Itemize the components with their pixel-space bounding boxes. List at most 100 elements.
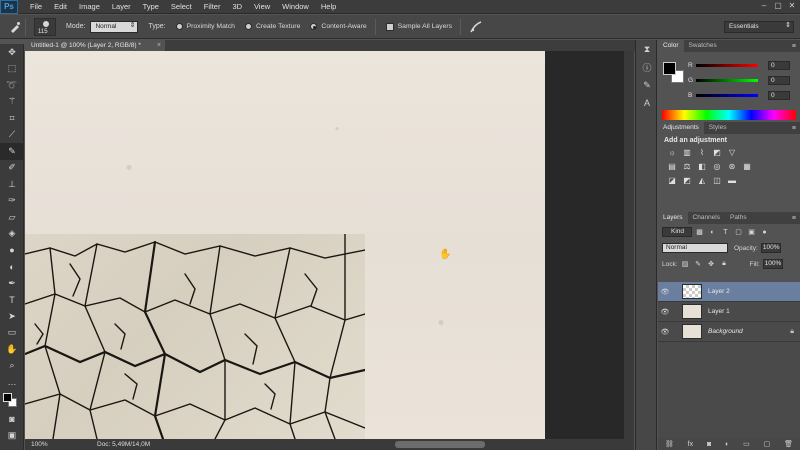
tab-paths[interactable]: Paths (725, 212, 752, 224)
document-tab[interactable]: Untitled-1 @ 100% (Layer 2, RGB/8) * × (25, 40, 165, 51)
quick-mask-button[interactable]: ◙ (0, 411, 24, 428)
history-panel-button[interactable]: ⧗ (636, 40, 658, 58)
pen-tool[interactable]: ✒ (0, 275, 24, 292)
selective-color-icon[interactable]: ◫ (711, 175, 723, 186)
eraser-tool[interactable]: ▱ (0, 209, 24, 226)
kind-filter-select[interactable]: Kind (662, 227, 692, 237)
shape-filter-icon[interactable]: ▢ (733, 228, 744, 236)
crop-tool[interactable]: ⌗ (0, 110, 24, 127)
mode-select[interactable]: Normal (90, 20, 139, 33)
dodge-tool[interactable]: ◐ (0, 259, 24, 276)
tab-layers[interactable]: Layers (658, 212, 688, 224)
close-tab-icon[interactable]: × (157, 40, 161, 51)
vibrance-icon[interactable]: ▽ (726, 147, 738, 158)
panel-menu-icon[interactable]: ≡ (792, 125, 800, 132)
fx-icon[interactable]: fx (688, 441, 693, 448)
type-tool[interactable]: T (0, 292, 24, 309)
panel-menu-icon[interactable]: ≡ (792, 215, 800, 222)
folder-icon[interactable]: ▭ (743, 440, 750, 448)
pressure-button[interactable] (465, 18, 487, 36)
zoom-level[interactable]: 100% (31, 441, 61, 448)
extra-tools[interactable]: … (0, 374, 24, 391)
menu-type[interactable]: Type (137, 0, 165, 14)
color-balance-icon[interactable]: ⚖ (681, 161, 693, 172)
slider-red[interactable]: R 0 (688, 60, 794, 70)
black-white-icon[interactable]: ◧ (696, 161, 708, 172)
green-value-input[interactable]: 0 (768, 75, 790, 85)
history-brush-tool[interactable]: ✑ (0, 193, 24, 210)
marquee-tool[interactable]: ⬚ (0, 61, 24, 78)
canvas-area[interactable]: ✋ (25, 51, 624, 439)
posterize-icon[interactable]: ◩ (681, 175, 693, 186)
path-selection-tool[interactable]: ➤ (0, 308, 24, 325)
panel-menu-icon[interactable]: ≡ (792, 43, 800, 50)
eye-icon[interactable]: 👁︎ (658, 308, 672, 316)
screen-mode-button[interactable]: ▣ (0, 427, 24, 444)
lock-all-icon[interactable]: 🔒︎ (719, 260, 730, 268)
filter-toggle-icon[interactable]: ● (759, 229, 770, 236)
vertical-scrollbar[interactable] (624, 51, 642, 439)
blend-mode-select[interactable]: Normal (662, 243, 728, 253)
threshold-icon[interactable]: ◭ (696, 175, 708, 186)
hue-saturation-icon[interactable]: ▤ (666, 161, 678, 172)
zoom-tool[interactable]: ⌕ (0, 358, 24, 375)
foreground-color[interactable] (3, 392, 12, 402)
adjustment-filter-icon[interactable]: ◐ (707, 229, 718, 236)
layer-row[interactable]: 👁︎ Layer 1 (658, 302, 800, 322)
layer-row[interactable]: 👁︎ Layer 2 (658, 282, 800, 302)
clone-stamp-tool[interactable]: ⊥ (0, 176, 24, 193)
color-panel-swatches[interactable] (663, 62, 685, 84)
menu-select[interactable]: Select (165, 0, 198, 14)
gradient-tool[interactable]: ◈ (0, 226, 24, 243)
brush-tool[interactable]: ✐ (0, 160, 24, 177)
type-filter-icon[interactable]: T (720, 229, 731, 236)
photo-filter-icon[interactable]: ◎ (711, 161, 723, 172)
tab-channels[interactable]: Channels (688, 212, 725, 224)
color-spectrum[interactable] (662, 110, 796, 120)
horizontal-scrollbar-thumb[interactable] (395, 441, 485, 448)
color-lookup-icon[interactable]: ▦ (741, 161, 753, 172)
slider-blue[interactable]: B 0 (688, 90, 794, 100)
properties-panel-button[interactable]: ⓘ (636, 58, 658, 76)
red-value-input[interactable]: 0 (768, 60, 790, 70)
character-panel-button[interactable]: A (636, 94, 658, 112)
lock-transparent-icon[interactable]: ▨ (680, 260, 691, 268)
layer-name[interactable]: Layer 2 (708, 288, 730, 295)
green-track[interactable] (696, 78, 758, 82)
close-window-button[interactable]: ✕ (788, 2, 796, 10)
levels-icon[interactable]: ▥ (681, 147, 693, 158)
tab-adjustments[interactable]: Adjustments (658, 122, 704, 134)
brightness-icon[interactable]: ☼ (666, 147, 678, 158)
menu-file[interactable]: File (24, 0, 48, 14)
document-canvas[interactable]: ✋ (25, 51, 545, 439)
tab-styles[interactable]: Styles (704, 122, 732, 134)
fill-input[interactable]: 100% (762, 259, 783, 269)
menu-layer[interactable]: Layer (106, 0, 137, 14)
radio-content-aware[interactable]: Content-Aware (310, 23, 367, 30)
menu-help[interactable]: Help (315, 0, 342, 14)
trash-icon[interactable]: 🗑︎ (784, 440, 793, 448)
layer-row[interactable]: 👁︎ Background 🔒︎ (658, 322, 800, 342)
gradient-map-icon[interactable]: ▬ (726, 175, 738, 186)
lock-pixels-icon[interactable]: ✎ (693, 260, 704, 268)
menu-window[interactable]: Window (276, 0, 315, 14)
invert-icon[interactable]: ◪ (666, 175, 678, 186)
exposure-icon[interactable]: ◩ (711, 147, 723, 158)
menu-view[interactable]: View (248, 0, 276, 14)
lock-position-icon[interactable]: ✥ (706, 260, 717, 268)
blur-tool[interactable]: ● (0, 242, 24, 259)
eye-icon[interactable]: 👁︎ (658, 328, 672, 336)
radio-proximity-match[interactable]: Proximity Match (175, 23, 235, 30)
spot-healing-brush-tool[interactable]: ✎ (0, 143, 24, 160)
color-swatches[interactable] (0, 391, 24, 411)
layer-name[interactable]: Layer 1 (708, 308, 730, 315)
curves-icon[interactable]: ⌇ (696, 147, 708, 158)
tab-color[interactable]: Color (658, 40, 684, 52)
workspace-select[interactable]: Essentials (724, 21, 794, 33)
menu-filter[interactable]: Filter (198, 0, 227, 14)
link-icon[interactable]: ⛓ (665, 440, 674, 448)
foreground-swatch[interactable] (663, 62, 676, 75)
menu-edit[interactable]: Edit (48, 0, 73, 14)
slider-green[interactable]: G 0 (688, 75, 794, 85)
blue-track[interactable] (696, 93, 758, 97)
